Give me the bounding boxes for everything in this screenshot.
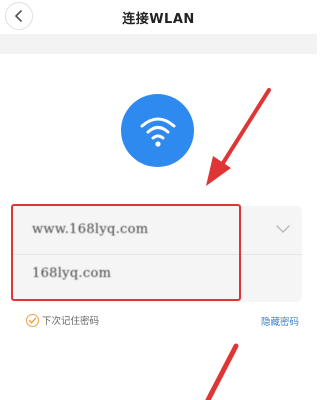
annotation-arrow-bottom-icon [205,343,239,400]
